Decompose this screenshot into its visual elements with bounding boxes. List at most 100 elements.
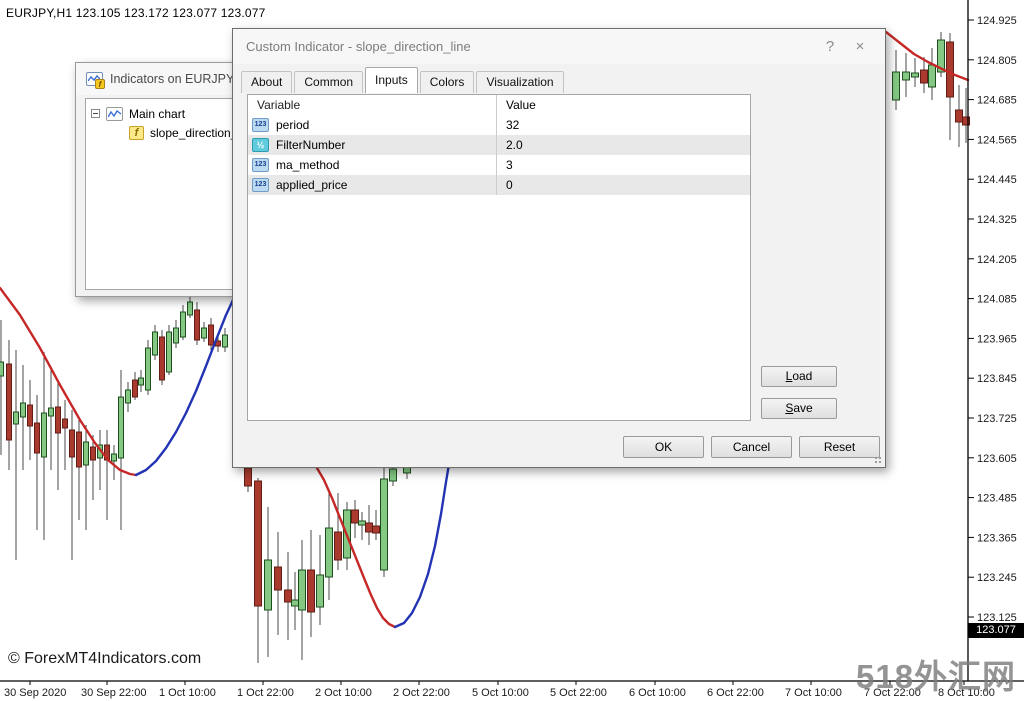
load-button[interactable]: Load xyxy=(761,366,837,387)
bull-candle xyxy=(119,397,124,458)
param-value[interactable]: 32 xyxy=(496,115,750,135)
resize-grip[interactable] xyxy=(874,456,883,465)
bull-candle xyxy=(181,312,186,337)
bull-candle xyxy=(390,469,397,481)
param-value[interactable]: 3 xyxy=(496,155,750,175)
cancel-button[interactable]: Cancel xyxy=(711,436,792,458)
inputs-table: Variable Value 123period 32 ½FilterNumbe… xyxy=(247,94,751,421)
fx-indicator-icon: f xyxy=(129,126,144,140)
help-button[interactable]: ? xyxy=(815,38,845,55)
param-name: ma_method xyxy=(276,155,339,175)
time-axis-label: 5 Oct 10:00 xyxy=(472,687,529,699)
dialog-title: Custom Indicator - slope_direction_line xyxy=(246,39,815,54)
bear-candle xyxy=(7,364,12,440)
slope-direction-line-up xyxy=(395,464,449,627)
copyright-text: © ForexMT4Indicators.com xyxy=(8,650,201,668)
tree-item-label: slope_direction_li xyxy=(150,126,243,140)
time-axis-label: 1 Oct 22:00 xyxy=(237,687,294,699)
mt4-chart-window: 124.925124.805124.685124.565124.445124.3… xyxy=(0,0,1024,701)
bull-candle xyxy=(139,378,144,385)
bear-candle xyxy=(285,590,292,602)
indicators-dialog-title: Indicators on EURJPY,H1 xyxy=(110,72,252,86)
bear-candle xyxy=(35,423,40,453)
bull-candle xyxy=(112,454,117,461)
param-value[interactable]: 2.0 xyxy=(496,135,750,155)
bull-candle xyxy=(359,521,366,525)
price-axis-label: 124.925 xyxy=(977,15,1017,27)
bull-candle xyxy=(223,335,228,347)
price-axis-label: 123.485 xyxy=(977,493,1017,505)
param-name: period xyxy=(276,115,309,135)
bear-candle xyxy=(947,42,954,97)
double-type-icon: ½ xyxy=(252,138,269,152)
price-axis-label: 124.805 xyxy=(977,55,1017,67)
bear-candle xyxy=(209,325,214,345)
price-axis-label: 123.845 xyxy=(977,373,1017,385)
time-axis-label: 6 Oct 10:00 xyxy=(629,687,686,699)
bear-candle xyxy=(366,523,373,532)
tab-common[interactable]: Common xyxy=(294,71,363,93)
int-type-icon: 123 xyxy=(252,158,269,172)
table-row[interactable]: 123 ma_method 3 xyxy=(248,155,750,175)
watermark-text: 518外汇网 xyxy=(856,650,1016,698)
bull-candle xyxy=(167,332,172,372)
table-row[interactable]: 123 period 32 xyxy=(248,115,750,135)
save-button[interactable]: Save xyxy=(761,398,837,419)
param-value[interactable]: 0 xyxy=(496,175,750,195)
column-header-value: Value xyxy=(496,95,750,115)
tab-about[interactable]: About xyxy=(241,71,292,93)
bull-candle xyxy=(188,302,193,315)
table-row[interactable]: ½FilterNumber 2.0 xyxy=(248,135,750,155)
current-price-badge: 123.077 xyxy=(968,623,1024,638)
bear-candle xyxy=(28,405,33,426)
dialog-tabstrip: About Common Inputs Colors Visualization xyxy=(241,67,566,93)
bear-candle xyxy=(352,510,359,523)
time-axis-label: 2 Oct 22:00 xyxy=(393,687,450,699)
bear-candle xyxy=(373,526,380,533)
int-type-icon: 123 xyxy=(252,178,269,192)
bull-candle xyxy=(381,479,388,570)
bull-candle xyxy=(126,390,131,403)
bear-candle xyxy=(91,447,96,460)
bull-candle xyxy=(292,600,299,606)
tab-colors[interactable]: Colors xyxy=(420,71,475,93)
bear-candle xyxy=(245,468,252,486)
table-row[interactable]: 123applied_price 0 xyxy=(248,175,750,195)
collapse-expander-icon[interactable] xyxy=(91,109,100,118)
bull-candle xyxy=(174,328,179,343)
bear-candle xyxy=(133,380,138,397)
price-axis-label: 123.965 xyxy=(977,333,1017,345)
time-axis-label: 7 Oct 10:00 xyxy=(785,687,842,699)
bull-candle xyxy=(912,73,919,77)
bear-candle xyxy=(63,419,68,428)
close-icon[interactable]: × xyxy=(845,38,875,55)
price-axis-label: 123.605 xyxy=(977,453,1017,465)
bull-candle xyxy=(929,65,936,87)
symbol-ohlc-readout: EURJPY,H1 123.105 123.172 123.077 123.07… xyxy=(6,6,266,20)
bear-candle xyxy=(56,407,61,433)
ok-button[interactable]: OK xyxy=(623,436,704,458)
price-axis-label: 124.325 xyxy=(977,214,1017,226)
int-type-icon: 123 xyxy=(252,118,269,132)
price-axis-label: 123.245 xyxy=(977,572,1017,584)
reset-button[interactable]: Reset xyxy=(799,436,880,458)
tab-inputs[interactable]: Inputs xyxy=(365,67,418,93)
bull-candle xyxy=(893,72,900,100)
bull-candle xyxy=(903,72,910,80)
bear-candle xyxy=(77,432,82,467)
indicators-dialog-icon: f xyxy=(86,72,103,86)
time-axis-label: 30 Sep 22:00 xyxy=(81,687,146,699)
bear-candle xyxy=(255,481,262,606)
price-axis-label: 124.445 xyxy=(977,174,1017,186)
bull-candle xyxy=(326,528,333,577)
bear-candle xyxy=(335,532,342,560)
custom-indicator-dialog: Custom Indicator - slope_direction_line … xyxy=(232,28,886,468)
price-axis-label: 123.725 xyxy=(977,413,1017,425)
custom-indicator-titlebar[interactable]: Custom Indicator - slope_direction_line … xyxy=(233,29,885,64)
fx-badge-icon: f xyxy=(95,79,105,89)
bull-candle xyxy=(14,412,19,424)
bear-candle xyxy=(275,567,282,590)
bull-candle xyxy=(317,575,324,607)
tab-visualization[interactable]: Visualization xyxy=(476,71,563,93)
time-axis-label: 5 Oct 22:00 xyxy=(550,687,607,699)
